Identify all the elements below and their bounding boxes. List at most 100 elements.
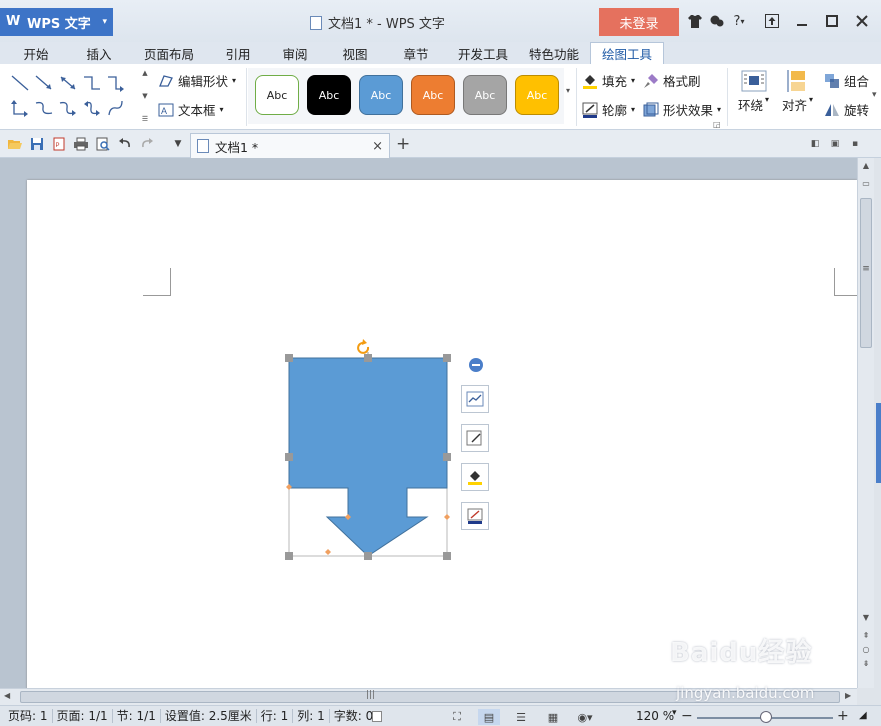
tab-special-features[interactable]: 特色功能: [518, 42, 590, 64]
ruler-toggle-icon[interactable]: ▭: [858, 176, 874, 190]
group-button[interactable]: 组合: [824, 71, 869, 90]
spell-check-icon[interactable]: [372, 711, 382, 722]
style-swatch-orange[interactable]: Abc: [411, 75, 455, 115]
print-icon[interactable]: [73, 136, 89, 152]
scroll-up-arrow[interactable]: ▲: [858, 158, 874, 172]
elbow-arrow-connector-icon[interactable]: [104, 70, 128, 95]
close-button[interactable]: [847, 8, 877, 34]
help-button[interactable]: ? ▾: [728, 10, 750, 32]
style-swatch-white[interactable]: Abc: [255, 75, 299, 115]
fill-button[interactable]: 填充 ▾: [582, 71, 635, 90]
vertical-scrollbar[interactable]: ▲ ▭ ≡ ▼ ⇞ ○ ⇟: [857, 158, 874, 688]
page-view-icon[interactable]: ▤: [478, 709, 500, 725]
rotate-button[interactable]: 旋转: [824, 100, 869, 119]
scroll-left-arrow[interactable]: ◀: [4, 691, 10, 700]
scroll-right-arrow[interactable]: ▶: [845, 691, 851, 700]
freeform-curve-icon[interactable]: [104, 95, 128, 120]
export-pdf-icon[interactable]: P: [51, 136, 67, 152]
line-connector-icon[interactable]: [8, 70, 32, 95]
undo-icon[interactable]: [117, 136, 133, 152]
tab-review[interactable]: 审阅: [264, 42, 326, 64]
upload-icon[interactable]: [757, 8, 787, 34]
textbox-button[interactable]: A 文本框 ▾: [158, 100, 224, 119]
maximize-button[interactable]: [817, 8, 847, 34]
skin-icon[interactable]: [684, 10, 706, 32]
zoom-slider-knob[interactable]: [760, 711, 772, 723]
document-page[interactable]: [27, 180, 857, 688]
tab-drawing-tools[interactable]: 绘图工具: [590, 42, 664, 64]
feedback-icon[interactable]: [706, 10, 728, 32]
layout-options-icon[interactable]: [461, 385, 489, 413]
side-panel-handle[interactable]: [876, 403, 881, 483]
gallery-scroll[interactable]: ▲ ▼ ☰: [139, 69, 151, 123]
collapse-toolbar-icon[interactable]: [469, 358, 483, 372]
tab-page-layout[interactable]: 页面布局: [126, 42, 212, 64]
resize-handle-bottom: [364, 552, 372, 560]
chevron-up-icon[interactable]: ▲: [142, 69, 147, 77]
double-arrow-connector-icon[interactable]: [56, 70, 80, 95]
document-tab[interactable]: 文档1 * ×: [190, 133, 390, 158]
next-page-icon[interactable]: ⇟: [858, 656, 874, 670]
new-tab-button[interactable]: +: [396, 134, 410, 154]
minimize-button[interactable]: [787, 8, 817, 34]
app-menu-button[interactable]: W WPS 文字 ▾: [0, 8, 113, 36]
format-painter-button[interactable]: 格式刷: [643, 71, 701, 90]
print-preview-icon[interactable]: [95, 136, 111, 152]
chevron-down-icon[interactable]: ▼: [142, 92, 147, 100]
close-document-icon[interactable]: ▪: [848, 137, 862, 151]
redo-icon[interactable]: [139, 136, 155, 152]
outline-view-icon[interactable]: ☰: [510, 709, 532, 725]
tab-insert[interactable]: 插入: [72, 42, 126, 64]
outline-quick-icon[interactable]: [461, 502, 489, 530]
chevron-down-icon[interactable]: ▾: [672, 708, 677, 718]
resize-handle-left: [285, 453, 293, 461]
close-tab-icon[interactable]: ×: [372, 139, 383, 154]
browse-object-icon[interactable]: ○: [858, 642, 874, 656]
resize-grip-icon[interactable]: ◢: [859, 710, 867, 721]
edit-shape-button[interactable]: 编辑形状 ▾: [158, 71, 236, 90]
status-word-count[interactable]: 字数: 0: [330, 709, 378, 723]
save-icon[interactable]: [29, 136, 45, 152]
zoom-level[interactable]: 120 %: [636, 709, 674, 723]
elbow-double-arrow-connector-icon[interactable]: [8, 95, 32, 120]
style-swatch-gold[interactable]: Abc: [515, 75, 559, 115]
shape-effect-button[interactable]: 形状效果 ▾: [643, 100, 721, 119]
zoom-out-button[interactable]: −: [681, 708, 693, 724]
login-button[interactable]: 未登录: [599, 8, 679, 36]
curved-arrow-connector-icon[interactable]: [56, 95, 80, 120]
style-swatch-gray[interactable]: Abc: [463, 75, 507, 115]
wrap-button[interactable]: 环绕 ▾: [738, 70, 769, 114]
customize-toolbar-icon[interactable]: ▼: [170, 136, 186, 152]
eye-protection-icon[interactable]: ◉▾: [574, 709, 596, 725]
outline-button[interactable]: 轮廓 ▾: [582, 100, 635, 119]
scroll-grip-icon: ≡: [862, 264, 870, 274]
style-gallery-more-icon[interactable]: ▾: [566, 86, 570, 95]
chevron-down-icon: ▾: [765, 95, 770, 104]
previous-page-icon[interactable]: ⇞: [858, 628, 874, 642]
curved-double-arrow-connector-icon[interactable]: [80, 95, 104, 120]
gallery-more-icon[interactable]: ☰: [142, 115, 148, 123]
restore-window-icon[interactable]: ▣: [828, 137, 842, 151]
fill-quick-icon[interactable]: [461, 463, 489, 491]
title-bar: W WPS 文字 ▾ 文档1 * - WPS 文字 未登录 ? ▾: [0, 0, 881, 42]
full-screen-icon[interactable]: ⛶: [446, 709, 468, 725]
dialog-launcher-icon[interactable]: ◲: [713, 120, 721, 129]
tab-view[interactable]: 视图: [326, 42, 384, 64]
style-swatch-blue[interactable]: Abc: [359, 75, 403, 115]
tab-references[interactable]: 引用: [212, 42, 264, 64]
tab-home[interactable]: 开始: [0, 42, 72, 64]
style-swatch-black[interactable]: Abc: [307, 75, 351, 115]
tab-developer[interactable]: 开发工具: [448, 42, 518, 64]
align-button[interactable]: 对齐 ▾: [782, 70, 813, 114]
zoom-in-button[interactable]: +: [837, 708, 849, 724]
elbow-connector-icon[interactable]: [80, 70, 104, 95]
open-folder-icon[interactable]: [7, 136, 23, 152]
scroll-down-arrow[interactable]: ▼: [858, 610, 874, 624]
web-view-icon[interactable]: ▦: [542, 709, 564, 725]
sidebar-toggle-icon[interactable]: ◧: [808, 137, 822, 151]
curved-connector-icon[interactable]: [32, 95, 56, 120]
edit-shape-quick-icon[interactable]: [461, 424, 489, 452]
arrow-connector-icon[interactable]: [32, 70, 56, 95]
ribbon-scroll-icon[interactable]: ▾: [872, 90, 877, 100]
tab-chapter[interactable]: 章节: [384, 42, 448, 64]
